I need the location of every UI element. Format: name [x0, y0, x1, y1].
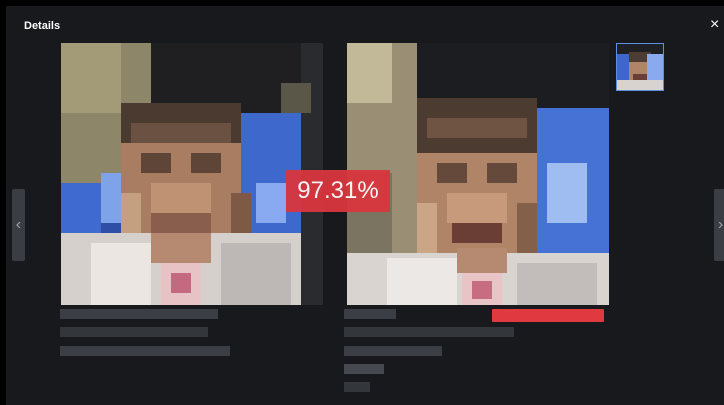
next-button[interactable]: [714, 189, 724, 261]
chevron-right-icon: [718, 222, 723, 228]
alert-indicator-bar: [492, 309, 604, 322]
close-icon[interactable]: ×: [710, 17, 724, 33]
similarity-score-badge: 97.31%: [286, 170, 390, 212]
gallery-thumbnail[interactable]: [616, 43, 664, 91]
prev-button[interactable]: [12, 189, 25, 261]
chevron-left-icon: [16, 222, 21, 228]
dialog-title: Details: [24, 20, 61, 32]
probe-face-image: [61, 43, 323, 305]
